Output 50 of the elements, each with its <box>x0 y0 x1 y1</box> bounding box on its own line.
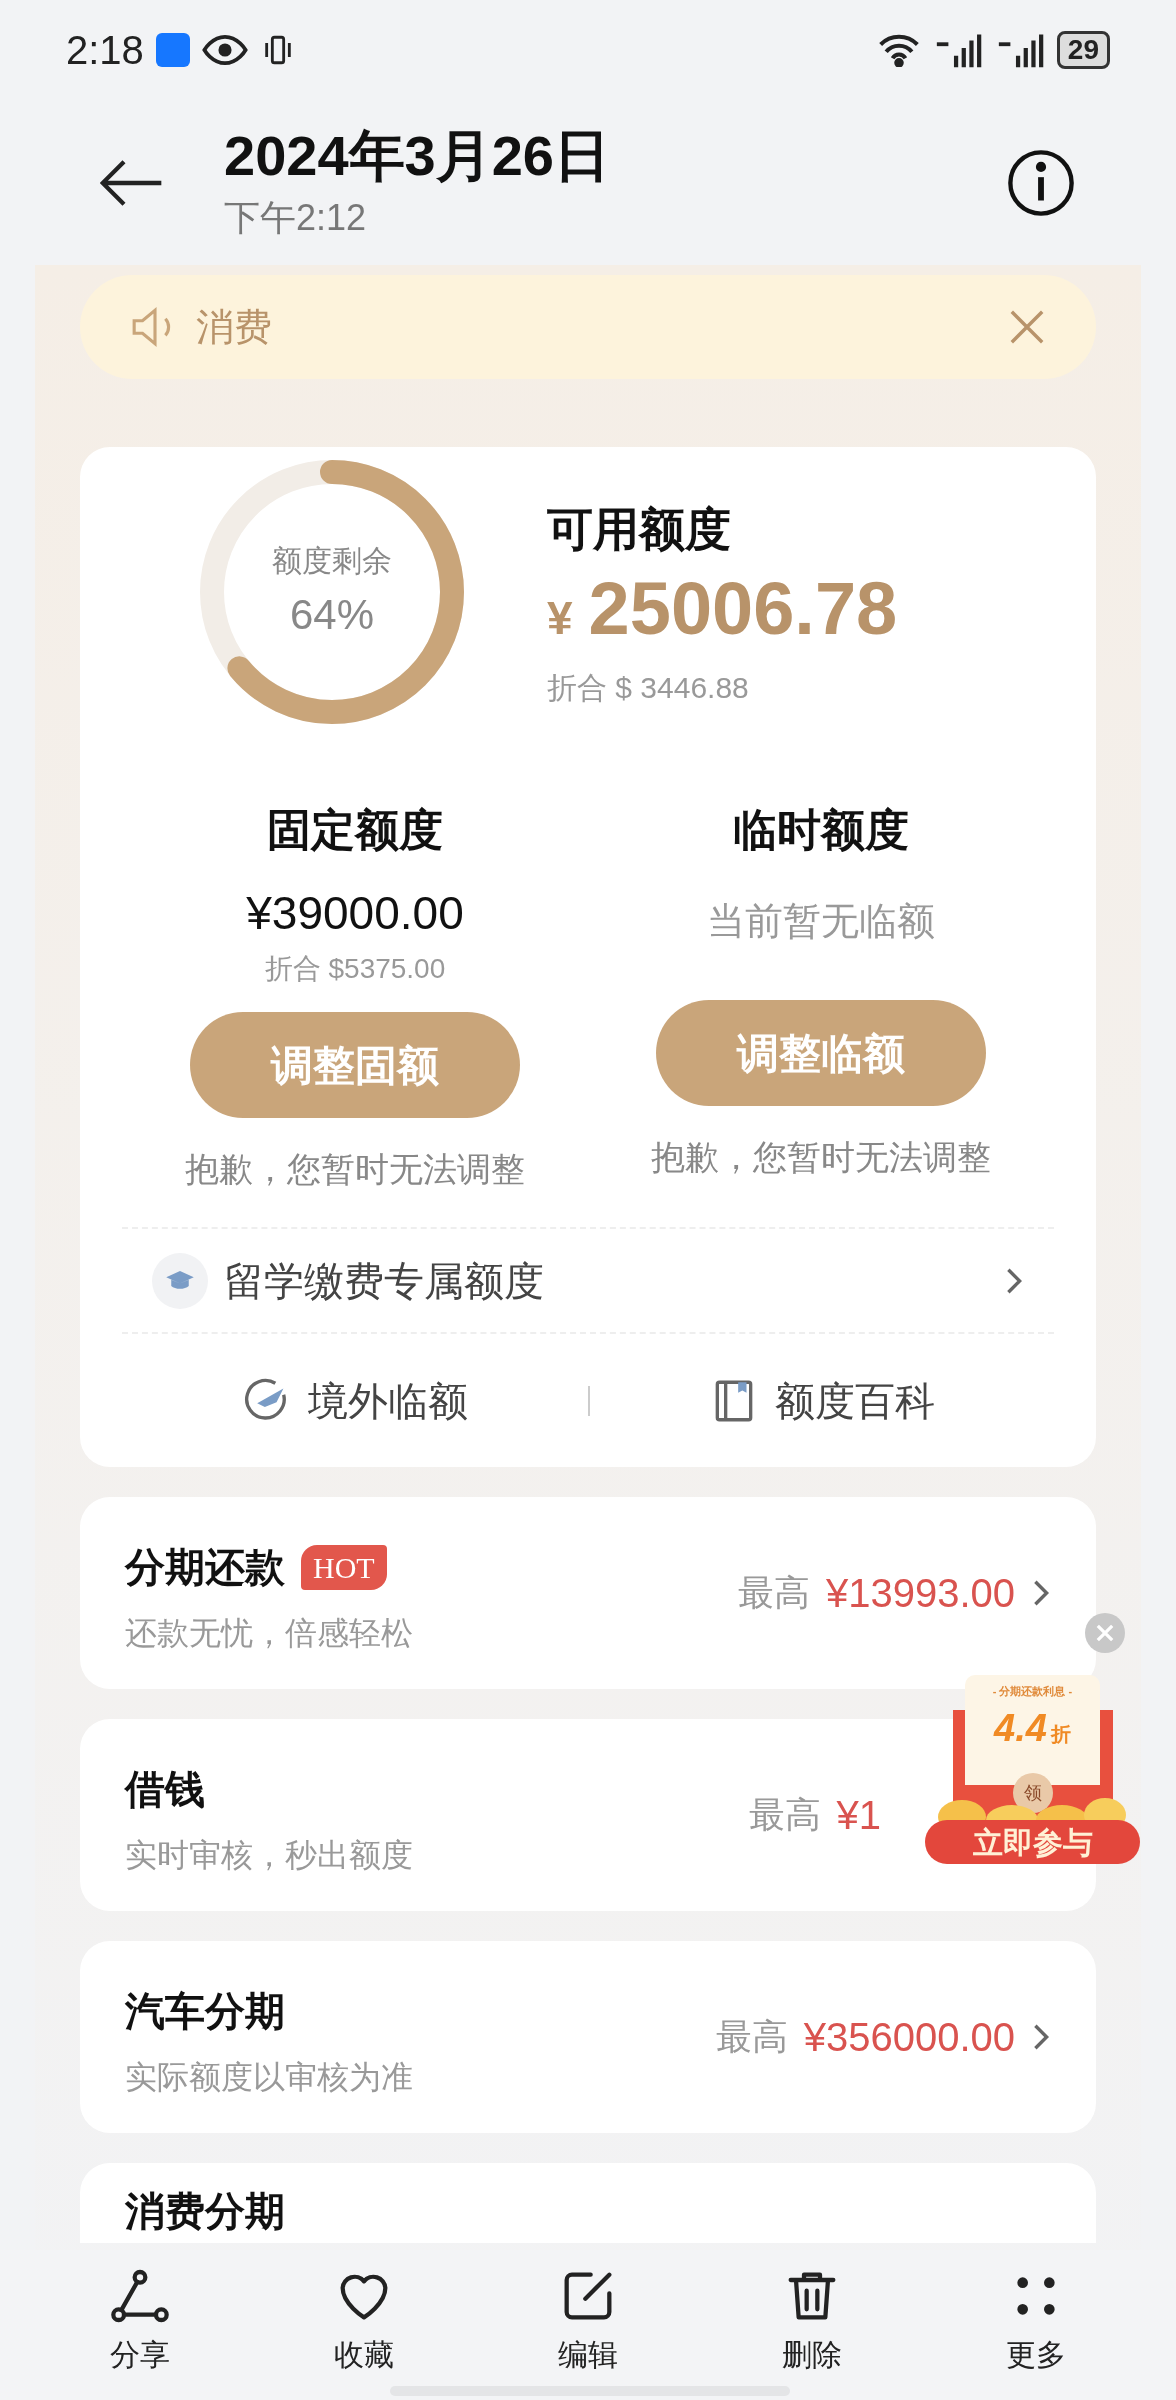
converted-amount: 折合 $5375.00 <box>264 952 446 986</box>
payment-app-icon <box>155 33 190 67</box>
max-label: 最高 <box>737 1571 810 1615</box>
product-title: 消费分期 <box>125 2188 285 2235</box>
gauge-label: 额度剩余 <box>272 543 392 579</box>
toolbar-button[interactable]: 收藏 <box>294 2263 434 2377</box>
toolbar-button[interactable]: 分享 <box>70 2263 210 2377</box>
quick-link[interactable]: 额度百科 <box>590 1370 1054 1431</box>
max-label: 最高 <box>748 1793 821 1837</box>
hot-badge: HOT <box>301 1544 387 1590</box>
limit-status: 当前暂无临额 <box>707 899 935 944</box>
product-subtitle: 实时审核，秒出额度 <box>125 1836 414 1875</box>
info-icon[interactable] <box>1006 147 1076 218</box>
limit-label: 固定额度 <box>267 804 443 856</box>
close-icon[interactable] <box>1008 308 1046 346</box>
currency-symbol: ¥ <box>547 590 573 646</box>
limit-amount: ¥39000.00 <box>246 886 464 941</box>
photo-time: 下午2:12 <box>224 195 368 240</box>
max-amount: ¥1 <box>836 1792 881 1839</box>
toolbar-button[interactable]: 更多 <box>966 2263 1106 2377</box>
toolbar-button[interactable]: 删除 <box>742 2263 882 2377</box>
available-amount: 25006.78 <box>588 571 898 646</box>
product-title: 借钱 <box>125 1766 205 1813</box>
join-now-button[interactable]: 立即参与 <box>925 1820 1140 1864</box>
promo-envelope[interactable]: - 分期还款利息 - 4.4折 领 立即参与 <box>925 1675 1140 1865</box>
study-link[interactable]: 留学缴费专属额度 <box>224 1250 988 1311</box>
photo-date-title: 2024年3月26日 <box>224 122 611 189</box>
battery-indicator: 29 <box>1056 31 1110 69</box>
toolbar-button[interactable]: 编辑 <box>518 2263 658 2377</box>
product-subtitle: 实际额度以审核为准 <box>125 2058 414 2097</box>
product-card[interactable]: 消费分期 <box>80 2163 1096 2243</box>
status-time: 2:18 <box>66 27 144 74</box>
close-icon <box>1096 1624 1114 1642</box>
product-title: 汽车分期 <box>125 1988 285 2035</box>
adjust-note: 抱歉，您暂时无法调整 <box>185 1149 525 1190</box>
eye-icon <box>201 35 248 65</box>
max-amount: ¥356000.00 <box>803 2014 1015 2061</box>
max-label: 最高 <box>715 2015 788 2059</box>
adjust-note: 抱歉，您暂时无法调整 <box>651 1137 991 1178</box>
max-amount: ¥13993.00 <box>825 1570 1015 1617</box>
product-subtitle: 还款无忧，倍感轻松 <box>125 1614 414 1653</box>
available-label: 可用额度 <box>547 501 732 557</box>
promo-unit: 折 <box>1050 1721 1071 1747</box>
product-title: 分期还款 <box>125 1544 285 1591</box>
product-card[interactable]: 汽车分期 实际额度以审核为准 最高 ¥356000.00 <box>80 1941 1096 2133</box>
quick-link[interactable]: 境外临额 <box>122 1370 588 1431</box>
converted-amount: 折合 $ 3446.88 <box>547 669 750 706</box>
limit-label: 临时额度 <box>733 804 909 856</box>
notice-text: 消费 <box>196 304 273 350</box>
gauge-value: 64% <box>289 590 375 640</box>
